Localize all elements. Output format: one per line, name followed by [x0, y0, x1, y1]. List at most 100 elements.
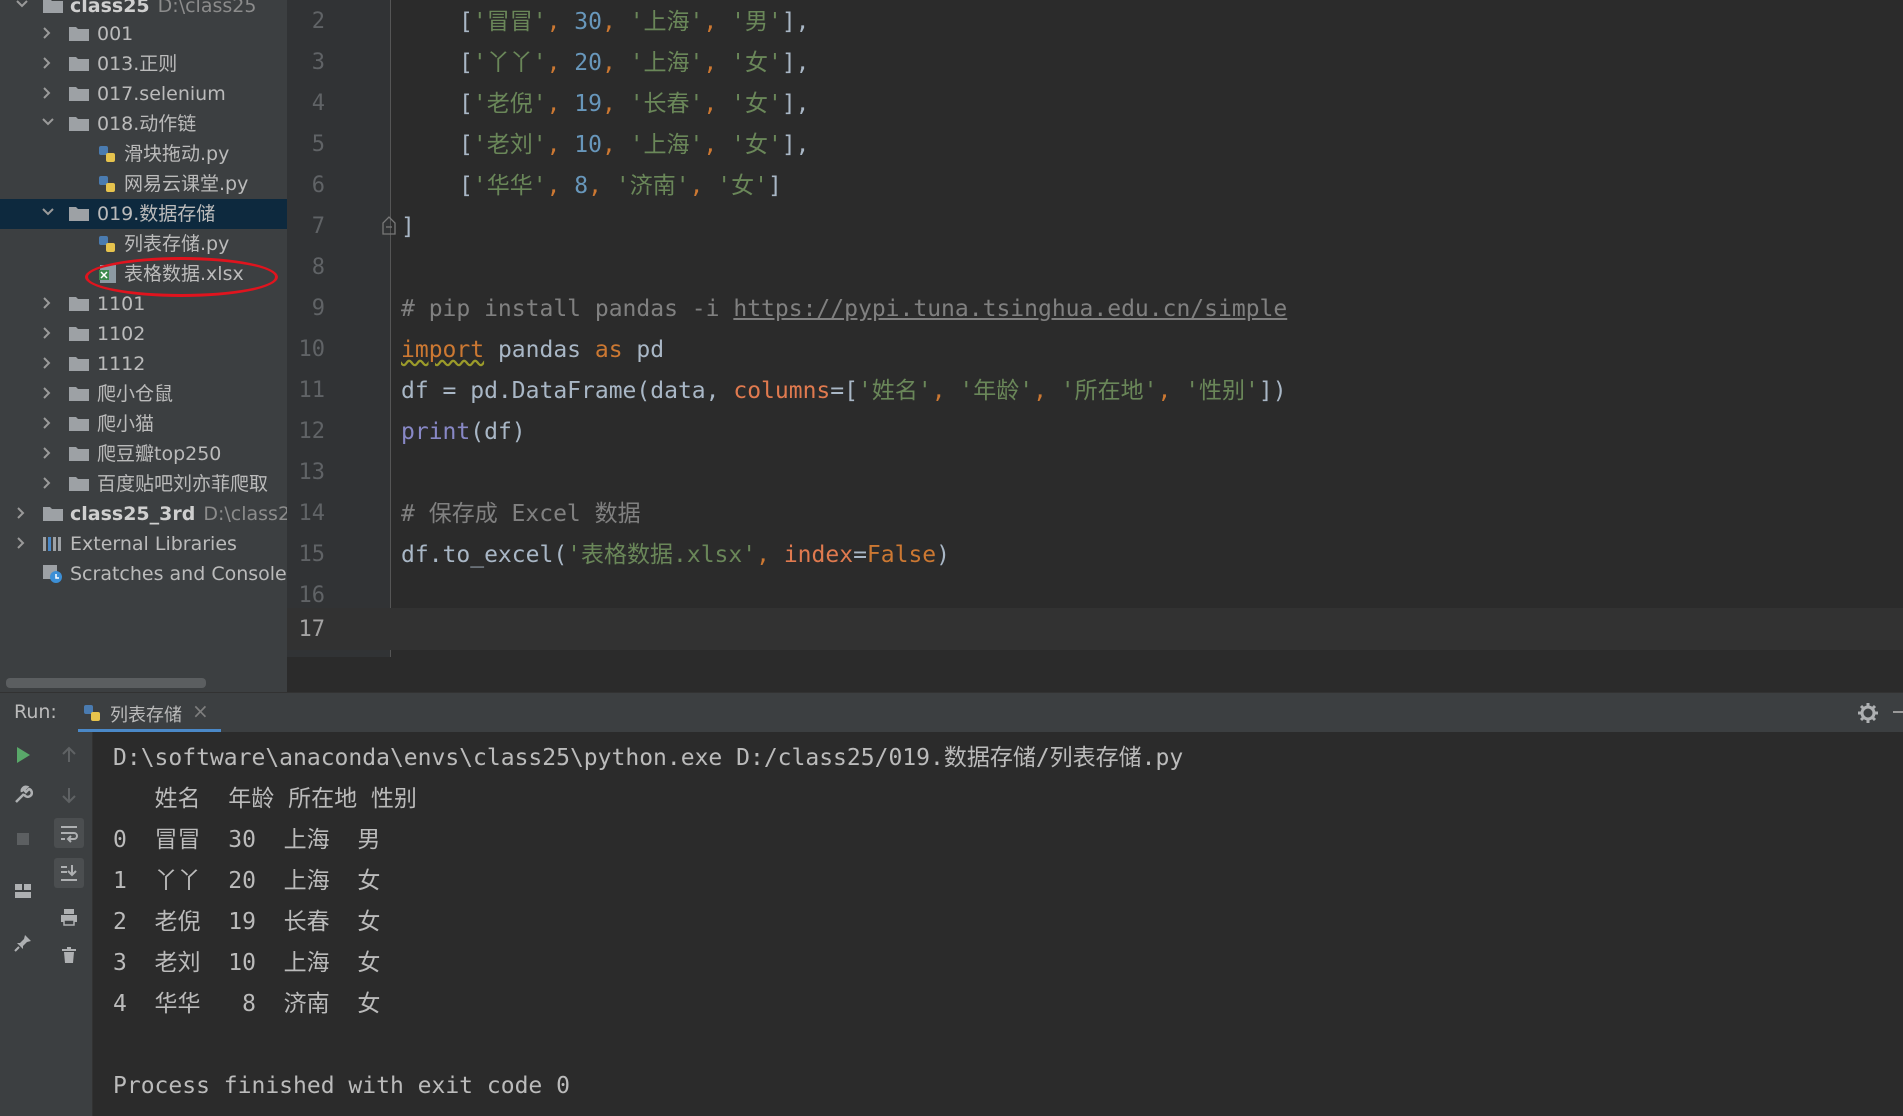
tree-item-019[interactable]: 019.数据存储: [0, 199, 287, 229]
wrench-icon[interactable]: [8, 780, 38, 810]
chevron-down-icon[interactable]: [42, 117, 54, 127]
caret-line-highlight: [287, 608, 1903, 650]
stop-button[interactable]: [8, 824, 38, 854]
tree-item-folder[interactable]: 爬豆瓣top250: [0, 439, 287, 469]
line-number: 14: [298, 501, 326, 526]
tree-item-file[interactable]: 滑块拖动.py: [0, 139, 287, 169]
chevron-right-icon[interactable]: [42, 27, 52, 39]
code-line: ]: [401, 214, 415, 240]
tree-item-file[interactable]: 网易云课堂.py: [0, 169, 287, 199]
tree-item-1112[interactable]: 1112: [0, 349, 287, 379]
run-label: Run:: [14, 701, 57, 723]
minimize-icon[interactable]: [1893, 711, 1903, 713]
folder-icon: [68, 24, 90, 44]
run-tab-label: 列表存储: [110, 705, 182, 726]
tree-item-external-libraries[interactable]: External Libraries: [0, 529, 287, 559]
folder-icon: [68, 54, 90, 74]
project-tree: class25 D:\class25 001 013.正则 017.seleniu…: [0, 0, 287, 692]
code-line: ['老倪', 19, '长春', '女'],: [459, 91, 810, 117]
trash-icon[interactable]: [54, 940, 84, 970]
highlight-circle: [85, 257, 278, 297]
tree-item-folder[interactable]: 爬小猫: [0, 409, 287, 439]
run-panel-header: Run: 列表存储 ×: [0, 692, 1903, 733]
python-file-icon: [97, 144, 119, 164]
tree-item-label: 列表存储.py: [124, 233, 230, 255]
horizontal-scrollbar[interactable]: [6, 678, 206, 688]
python-file-icon: [97, 234, 119, 254]
chevron-right-icon[interactable]: [16, 507, 26, 519]
tree-item-018[interactable]: 018.动作链: [0, 109, 287, 139]
arrow-up-icon[interactable]: [54, 740, 84, 770]
code-line-print: print(df): [401, 419, 526, 445]
code-line: ['老刘', 10, '上海', '女'],: [459, 132, 810, 158]
line-number: 2: [311, 9, 325, 34]
pip-url-link[interactable]: https://pypi.tuna.tsinghua.edu.cn/simple: [733, 296, 1287, 322]
folder-icon: [68, 114, 90, 134]
print-icon[interactable]: [54, 902, 84, 932]
run-button[interactable]: [8, 740, 38, 770]
console-line: Process finished with exit code 0: [113, 1073, 570, 1099]
tree-item-label: 1112: [97, 353, 146, 375]
line-number: 10: [298, 337, 326, 362]
console-line: 2 老倪 19 长春 女: [113, 909, 381, 935]
scroll-to-end-icon[interactable]: [54, 858, 84, 888]
code-line-comment: # pip install pandas -i https://pypi.tun…: [401, 296, 1288, 322]
code-line: ['丫丫', 20, '上海', '女'],: [459, 50, 810, 76]
close-icon[interactable]: ×: [192, 699, 209, 723]
run-tab[interactable]: 列表存储 ×: [78, 693, 221, 733]
chevron-down-icon[interactable]: [42, 207, 54, 217]
tree-item-label: 滑块拖动.py: [124, 143, 230, 165]
folder-icon: [68, 384, 90, 404]
tree-item-label: 013.正则: [97, 53, 178, 75]
chevron-right-icon[interactable]: [42, 447, 52, 459]
tree-item-path: D:\class25_3: [203, 503, 287, 525]
chevron-right-icon[interactable]: [42, 57, 52, 69]
tree-item-013[interactable]: 013.正则: [0, 49, 287, 79]
tree-item-017[interactable]: 017.selenium: [0, 79, 287, 109]
console-line: 3 老刘 10 上海 女: [113, 950, 381, 976]
tree-item-label: 019.数据存储: [97, 203, 216, 225]
gear-icon[interactable]: [1857, 702, 1879, 724]
tree-item-label: 017.selenium: [97, 83, 226, 105]
tree-item-label: 爬小仓鼠: [97, 383, 174, 405]
tree-item-label: 百度贴吧刘亦菲爬取: [97, 473, 269, 495]
fold-marker-icon[interactable]: [381, 215, 397, 235]
tree-item-file[interactable]: 列表存储.py: [0, 229, 287, 259]
folder-icon: [68, 84, 90, 104]
line-number: 9: [311, 296, 325, 321]
code-line: ['冒冒', 30, '上海', '男'],: [459, 9, 810, 35]
line-number: 4: [311, 91, 325, 116]
chevron-right-icon[interactable]: [42, 417, 52, 429]
chevron-right-icon[interactable]: [16, 537, 26, 549]
pin-icon[interactable]: [8, 928, 38, 958]
folder-icon: [42, 0, 64, 16]
line-number: 8: [311, 255, 325, 280]
tree-item-folder[interactable]: 百度贴吧刘亦菲爬取: [0, 469, 287, 499]
line-number-current: 17: [298, 617, 326, 642]
chevron-right-icon[interactable]: [42, 87, 52, 99]
tree-item-001[interactable]: 001: [0, 19, 287, 49]
chevron-down-icon[interactable]: [16, 0, 28, 9]
line-number: 11: [298, 378, 326, 403]
code-line: ['华华', 8, '济南', '女']: [459, 173, 782, 199]
chevron-right-icon[interactable]: [42, 477, 52, 489]
tree-item-class25[interactable]: class25 D:\class25: [0, 0, 287, 21]
chevron-right-icon[interactable]: [42, 327, 52, 339]
tree-item-path: D:\class25: [157, 0, 257, 17]
tree-item-class25-3rd[interactable]: class25_3rd D:\class25_3: [0, 499, 287, 529]
layout-icon[interactable]: [8, 876, 38, 906]
run-toolbar-secondary: [46, 732, 93, 1116]
tree-item-folder[interactable]: 爬小仓鼠: [0, 379, 287, 409]
console-line: 姓名 年龄 所在地 性别: [113, 786, 417, 812]
soft-wrap-icon[interactable]: [54, 818, 84, 848]
tree-item-label: Scratches and Consoles: [70, 563, 287, 585]
folder-icon: [68, 444, 90, 464]
tree-item-scratches[interactable]: Scratches and Consoles: [0, 559, 287, 589]
tree-item-1102[interactable]: 1102: [0, 319, 287, 349]
arrow-down-icon[interactable]: [54, 780, 84, 810]
editor-bottom: [287, 657, 1903, 692]
chevron-right-icon[interactable]: [42, 297, 52, 309]
chevron-right-icon[interactable]: [42, 357, 52, 369]
chevron-right-icon[interactable]: [42, 387, 52, 399]
code-line-import: import pandas as pd: [401, 337, 665, 363]
